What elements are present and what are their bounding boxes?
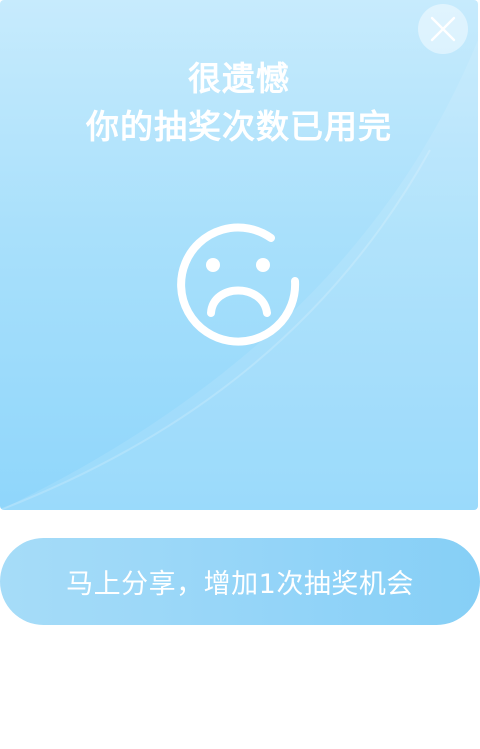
title-line-2: 你的抽奖次数已用完 bbox=[86, 107, 392, 146]
result-card: 很遗憾 你的抽奖次数已用完 bbox=[0, 0, 478, 510]
result-title: 很遗憾 你的抽奖次数已用完 bbox=[0, 55, 478, 151]
close-icon bbox=[430, 16, 456, 42]
sad-face-icon bbox=[177, 223, 300, 346]
share-button-label: 马上分享，增加1次抽奖机会 bbox=[66, 569, 414, 600]
share-for-extra-chance-button[interactable]: 马上分享，增加1次抽奖机会 bbox=[0, 538, 480, 625]
close-button[interactable] bbox=[418, 4, 468, 54]
title-line-1: 很遗憾 bbox=[188, 59, 290, 98]
lottery-result-dialog: 很遗憾 你的抽奖次数已用完 马上分享，增加1次抽奖机会 bbox=[0, 0, 480, 749]
